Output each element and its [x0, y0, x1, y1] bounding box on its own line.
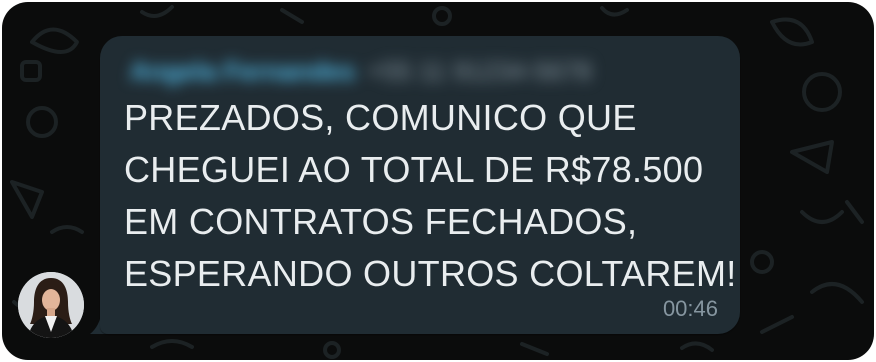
avatar[interactable] — [18, 272, 84, 338]
sender-header[interactable]: Angela Fernandes +55 11 91234-5678 — [130, 56, 592, 86]
message-line: ESPERANDO OUTROS COLTAREM! — [124, 253, 737, 294]
message-bubble[interactable]: Angela Fernandes +55 11 91234-5678 PREZA… — [100, 36, 740, 334]
sender-phone: +55 11 91234-5678 — [367, 55, 592, 86]
sender-name[interactable]: Angela Fernandes — [130, 56, 355, 87]
message-text: PREZADOS, COMUNICO QUE CHEGUEI AO TOTAL … — [124, 92, 737, 300]
message-timestamp: 00:46 — [662, 296, 718, 321]
message-line: EM CONTRATOS FECHADOS, — [124, 201, 638, 242]
message-line: PREZADOS, COMUNICO QUE — [124, 97, 637, 138]
chat-screenshot: Angela Fernandes +55 11 91234-5678 PREZA… — [2, 2, 874, 360]
message-line: CHEGUEI AO TOTAL DE R$78.500 — [124, 149, 704, 190]
user-photo-icon — [18, 272, 84, 338]
